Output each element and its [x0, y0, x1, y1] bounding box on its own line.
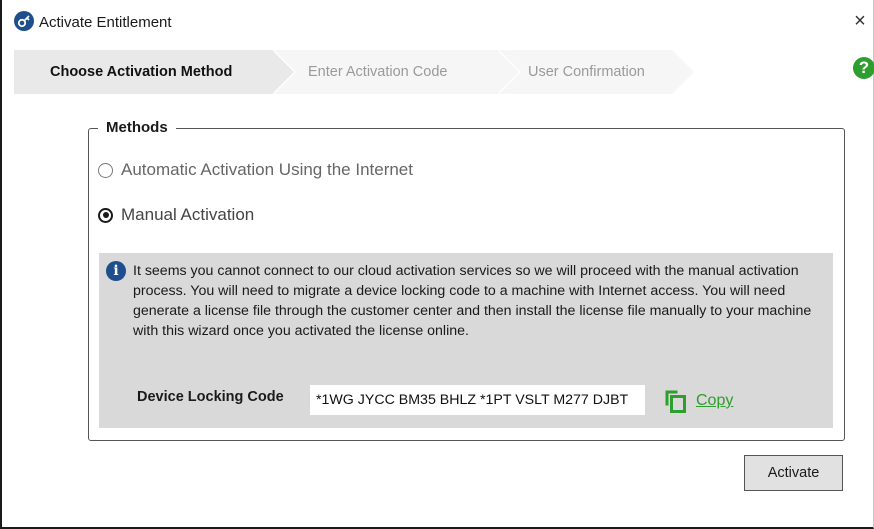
radio-checked-icon[interactable] — [98, 207, 113, 223]
info-message: It seems you cannot connect to our cloud… — [133, 263, 812, 339]
info-icon: i — [106, 261, 126, 281]
key-icon — [14, 11, 34, 31]
title-bar: Activate Entitlement × — [2, 0, 873, 44]
methods-legend: Methods — [98, 119, 176, 136]
device-locking-code-field[interactable]: *1WG JYCC BM35 BHLZ *1PT VSLT M277 DJBT — [310, 385, 645, 415]
radio-label: Manual Activation — [121, 205, 255, 224]
step-choose-activation-method: Choose Activation Method — [14, 50, 296, 94]
copy-icon — [665, 390, 686, 413]
step-enter-activation-code: Enter Activation Code — [272, 50, 521, 94]
step-label: Enter Activation Code — [308, 64, 448, 80]
manual-activation-info-panel: i It seems you cannot connect to our clo… — [99, 253, 833, 428]
wizard-steps: Choose Activation Method Enter Activatio… — [14, 50, 814, 94]
window-title: Activate Entitlement — [39, 14, 172, 31]
copy-link[interactable]: Copy — [696, 392, 733, 410]
device-locking-code-label: Device Locking Code — [137, 389, 284, 405]
activate-button[interactable]: Activate — [744, 455, 843, 491]
step-label: Choose Activation Method — [50, 64, 233, 80]
close-button[interactable]: × — [849, 10, 871, 32]
step-label: User Confirmation — [528, 64, 645, 80]
radio-automatic-activation[interactable]: Automatic Activation Using the Internet — [98, 160, 413, 180]
radio-unchecked-icon[interactable] — [98, 162, 113, 178]
radio-manual-activation[interactable]: Manual Activation — [98, 205, 254, 225]
copy-button[interactable]: Copy — [664, 387, 733, 415]
help-icon[interactable]: ? — [853, 57, 874, 79]
activate-entitlement-dialog: Activate Entitlement × Choose Activation… — [0, 0, 874, 529]
radio-label: Automatic Activation Using the Internet — [121, 160, 413, 179]
